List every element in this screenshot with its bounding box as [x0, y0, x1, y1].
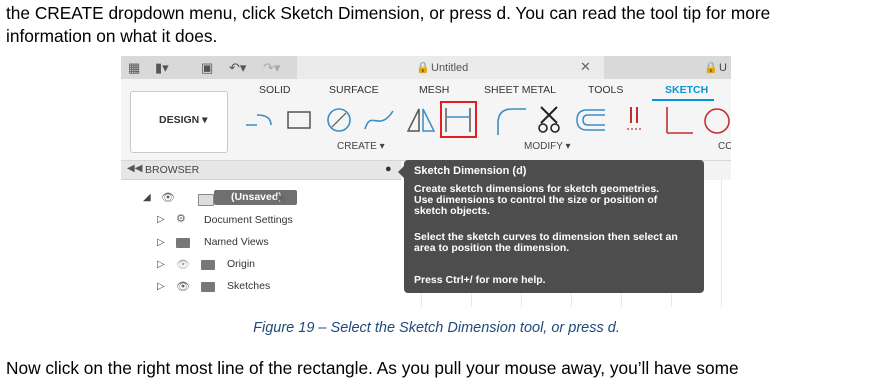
- folder-icon: [201, 260, 215, 270]
- undo-icon[interactable]: ↶▾: [229, 60, 246, 75]
- paragraph-line-1: the CREATE dropdown menu, click Sketch D…: [6, 3, 771, 23]
- browser-item-sketches[interactable]: Sketches: [227, 280, 270, 292]
- tooltip-line: sketch objects.: [414, 205, 490, 217]
- tab-surface[interactable]: SURFACE: [329, 84, 379, 96]
- constraints-group-label[interactable]: CO: [718, 141, 731, 152]
- redo-icon[interactable]: ↷▾: [263, 60, 280, 75]
- expand-icon[interactable]: ▷: [157, 281, 165, 292]
- tab-tools[interactable]: TOOLS: [588, 84, 623, 96]
- tab-mesh[interactable]: MESH: [419, 84, 449, 96]
- rectangle-tool-icon[interactable]: [284, 107, 314, 133]
- trim-tool-icon[interactable]: [535, 103, 565, 137]
- expand-icon[interactable]: ▷: [157, 237, 165, 248]
- ribbon: SOLID SURFACE MESH SHEET METAL TOOLS SKE…: [121, 79, 731, 161]
- collapse-icon[interactable]: ◀◀: [127, 163, 142, 174]
- coincident-icon[interactable]: [699, 105, 731, 137]
- tool-highlight-box: [440, 101, 477, 138]
- browser-header[interactable]: ◀◀ BROWSER ●: [121, 161, 401, 180]
- constraint-icon[interactable]: [624, 103, 644, 137]
- expand-icon[interactable]: ▷: [157, 214, 165, 225]
- tooltip: Sketch Dimension (d) Create sketch dimen…: [398, 160, 704, 293]
- lock-icon: 🔒: [416, 62, 430, 74]
- user-initial[interactable]: U: [719, 62, 727, 74]
- folder-icon: [176, 238, 190, 248]
- tab-sheet-metal[interactable]: SHEET METAL: [484, 84, 556, 96]
- browser-options-icon[interactable]: ●: [385, 163, 392, 175]
- title-bar: ▦ ▮▾ ▣ ↶▾ ↷▾ 🔒 Untitled ✕ 🔒 U: [121, 56, 731, 79]
- paragraph-line-2: information on what it does.: [6, 26, 218, 46]
- visibility-icon[interactable]: 👁: [176, 280, 190, 293]
- radio-icon[interactable]: ◉: [276, 191, 286, 204]
- visibility-icon[interactable]: 👁: [161, 191, 175, 204]
- save-icon[interactable]: ▣: [201, 60, 213, 75]
- gear-icon: ⚙: [176, 213, 186, 225]
- tab-solid[interactable]: SOLID: [259, 84, 291, 96]
- component-icon: [198, 194, 214, 206]
- lock-icon-2: 🔒: [704, 62, 718, 74]
- workspace-label: DESIGN ▾: [159, 114, 208, 126]
- tooltip-line: area to position the dimension.: [414, 242, 570, 254]
- browser-item-origin[interactable]: Origin: [227, 258, 255, 270]
- mirror-tool-icon[interactable]: [405, 105, 437, 135]
- offset-tool-icon[interactable]: [573, 107, 609, 133]
- expand-icon[interactable]: ▷: [157, 259, 165, 270]
- expand-icon[interactable]: ◢: [143, 192, 151, 203]
- line-tool-icon[interactable]: [243, 109, 283, 133]
- grid-menu-icon[interactable]: ▦: [128, 60, 140, 75]
- hidden-eye-icon[interactable]: 👁: [176, 258, 190, 271]
- tab-sketch[interactable]: SKETCH: [665, 84, 708, 96]
- file-icon[interactable]: ▮▾: [155, 60, 169, 75]
- document-title: Untitled: [431, 62, 469, 74]
- circle-tool-icon[interactable]: [324, 105, 354, 135]
- paragraph-line-3: Now click on the right most line of the …: [6, 358, 739, 378]
- root-component-label: (Unsaved): [231, 191, 282, 203]
- active-tab-indicator: [652, 99, 714, 101]
- browser-title: BROWSER: [145, 164, 200, 176]
- create-group-label[interactable]: CREATE ▾: [337, 141, 385, 152]
- browser-item-document-settings[interactable]: Document Settings: [204, 214, 293, 226]
- design-workspace-button[interactable]: DESIGN ▾: [130, 91, 228, 153]
- modify-group-label[interactable]: MODIFY ▾: [524, 141, 571, 152]
- fusion-screenshot: ▦ ▮▾ ▣ ↶▾ ↷▾ 🔒 Untitled ✕ 🔒 U SOLID SURF…: [121, 56, 731, 307]
- spline-tool-icon[interactable]: [361, 105, 397, 135]
- fillet-tool-icon[interactable]: [494, 103, 528, 137]
- perpendicular-icon[interactable]: [661, 103, 695, 137]
- grid-line: [721, 180, 722, 307]
- figure-caption: Figure 19 – Select the Sketch Dimension …: [253, 320, 620, 336]
- folder-icon: [201, 282, 215, 292]
- tooltip-title: Sketch Dimension (d): [414, 165, 527, 177]
- close-icon[interactable]: ✕: [580, 59, 591, 75]
- tooltip-help: Press Ctrl+/ for more help.: [414, 274, 546, 286]
- browser-item-named-views[interactable]: Named Views: [204, 236, 269, 248]
- tooltip-arrow: [398, 166, 404, 178]
